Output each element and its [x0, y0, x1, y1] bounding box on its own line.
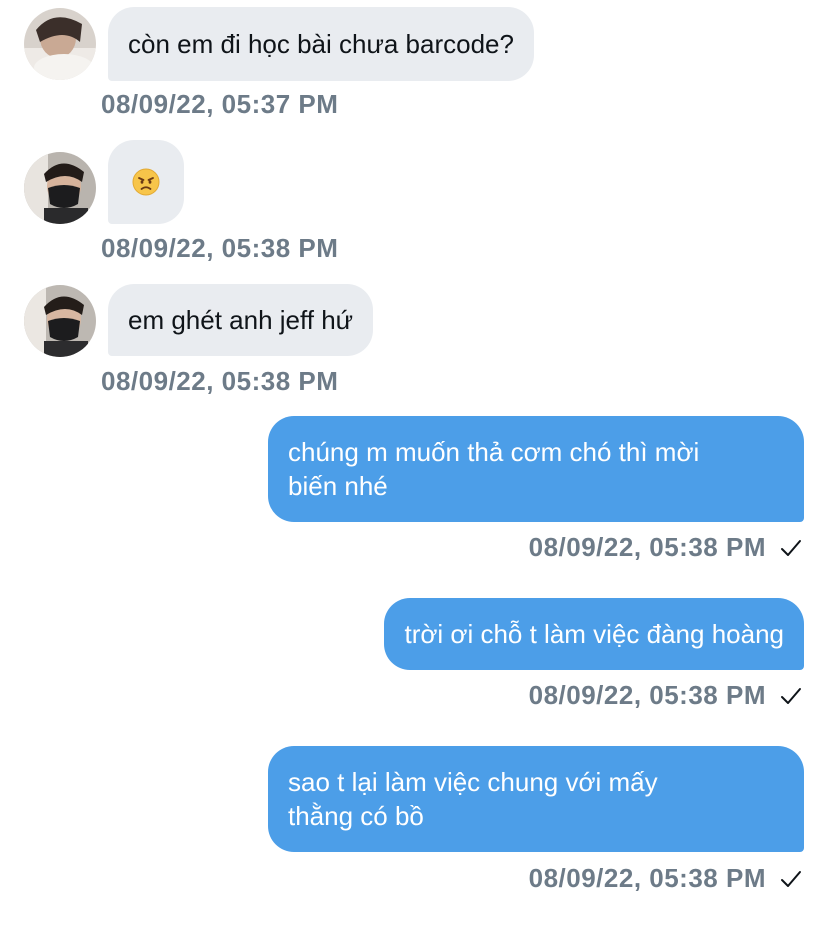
angry-face-emoji [132, 168, 160, 196]
message-line: sao t lại làm việc chung với mấy [288, 767, 658, 797]
message-line: chúng m muốn thả cơm chó thì mời [288, 437, 700, 467]
message-text: em ghét anh jeff hứ [128, 305, 354, 335]
message-line: thằng có bồ [288, 801, 424, 831]
message-bubble[interactable]: chúng m muốn thả cơm chó thì mời biến nh… [268, 416, 804, 522]
message-text: chúng m muốn thả cơm chó thì mời biến nh… [288, 435, 699, 503]
message-bubble[interactable]: sao t lại làm việc chung với mấy thằng c… [268, 746, 804, 852]
avatar-photo [24, 152, 96, 224]
message-text: trời ơi chỗ t làm việc đàng hoàng [404, 619, 784, 649]
avatar-photo [24, 285, 96, 357]
check-icon [781, 871, 801, 887]
avatar[interactable] [24, 8, 96, 80]
message-text: sao t lại làm việc chung với mấy thằng c… [288, 765, 658, 833]
message-bubble[interactable]: trời ơi chỗ t làm việc đàng hoàng [384, 598, 804, 670]
message-timestamp: 08/09/22, 05:38 PM [528, 863, 766, 893]
avatar-photo [24, 8, 96, 80]
avatar[interactable] [24, 285, 96, 357]
message-text: còn em đi học bài chưa barcode? [128, 29, 514, 59]
message-line: biến nhé [288, 471, 388, 501]
check-icon [781, 688, 801, 704]
message-timestamp: 08/09/22, 05:38 PM [101, 233, 339, 263]
message-bubble[interactable]: em ghét anh jeff hứ [108, 284, 374, 356]
message-timestamp: 08/09/22, 05:37 PM [101, 89, 339, 119]
avatar[interactable] [24, 152, 96, 224]
message-timestamp: 08/09/22, 05:38 PM [101, 366, 339, 396]
message-timestamp: 08/09/22, 05:38 PM [528, 532, 766, 562]
message-timestamp: 08/09/22, 05:38 PM [528, 680, 766, 710]
message-bubble[interactable]: còn em đi học bài chưa barcode? [108, 7, 534, 81]
message-bubble[interactable] [108, 140, 184, 224]
check-icon [781, 540, 801, 556]
